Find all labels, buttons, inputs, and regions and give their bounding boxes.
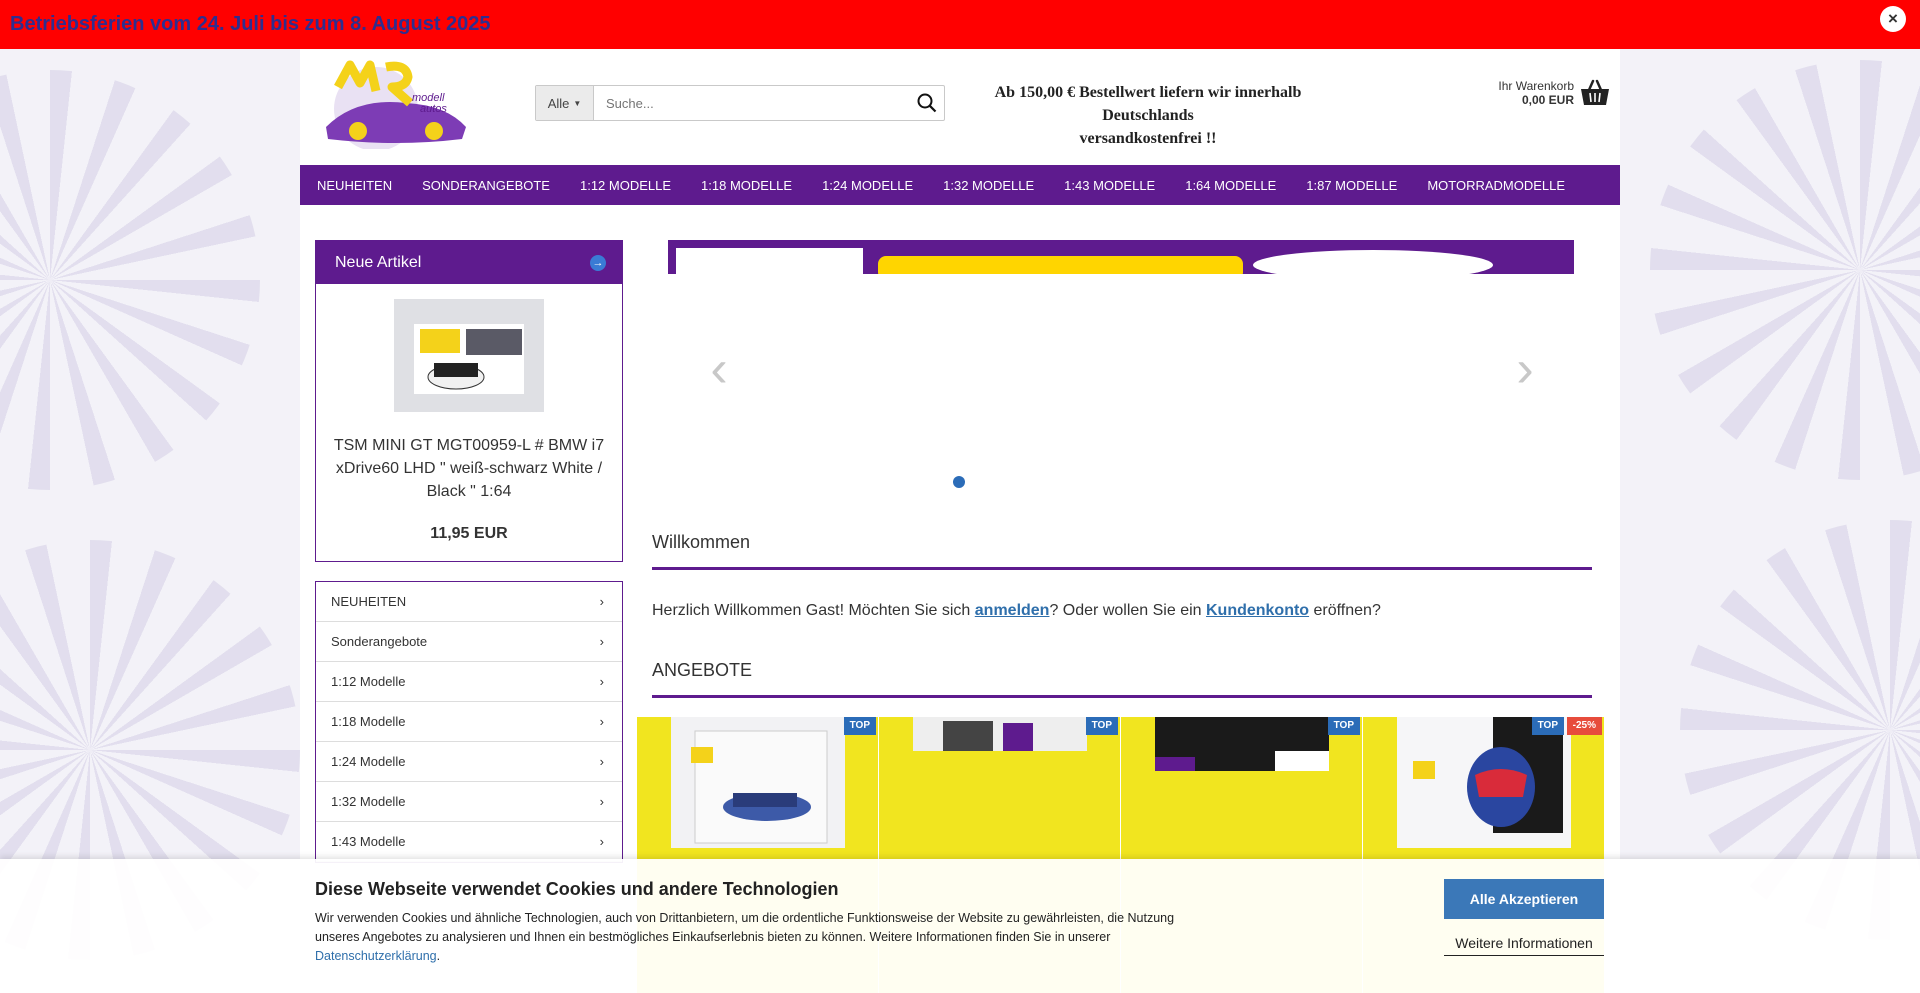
new-article-image[interactable] <box>394 299 544 412</box>
login-link[interactable]: anmelden <box>975 602 1050 619</box>
category-item-1-43[interactable]: 1:43 Modelle › <box>316 822 622 862</box>
cookie-description: Wir verwenden Cookies und ähnliche Techn… <box>315 911 1175 944</box>
shipping-note-line-2: versandkostenfrei !! <box>1079 130 1217 147</box>
slider-dot[interactable] <box>953 476 965 488</box>
arrow-right-icon[interactable]: → <box>590 254 606 271</box>
category-label: 1:43 Modelle <box>331 834 406 849</box>
more-info-button[interactable]: Weitere Informationen <box>1444 930 1604 956</box>
category-list: NEUHEITEN › Sonderangebote › 1:12 Modelle ›… <box>315 581 623 863</box>
nav-item-1-32[interactable]: 1:32 MODELLE <box>943 178 1034 193</box>
chevron-right-icon: › <box>599 754 604 769</box>
close-banner-button[interactable]: × <box>1880 6 1906 32</box>
cart-label: Ihr Warenkorb <box>1498 79 1574 93</box>
basket-icon <box>1581 79 1609 105</box>
new-articles-title: Neue Artikel <box>335 253 422 271</box>
welcome-text-part: ? Oder wollen Sie ein <box>1049 602 1206 619</box>
chevron-right-icon: › <box>599 594 604 609</box>
product-box-image <box>414 324 524 394</box>
search-input[interactable] <box>594 86 910 120</box>
accept-all-cookies-button[interactable]: Alle Akzeptieren <box>1444 879 1604 919</box>
category-label: 1:12 Modelle <box>331 674 406 689</box>
welcome-text-part: Herzlich Willkommen Gast! Möchten Sie si… <box>652 602 975 619</box>
search-bar: Alle ▼ <box>535 85 945 121</box>
category-label: 1:18 Modelle <box>331 714 406 729</box>
chevron-right-icon: › <box>599 834 604 849</box>
shipping-note: Ab 150,00 € Bestellwert liefern wir inne… <box>968 81 1328 150</box>
main-navigation: NEUHEITEN SONDERANGEBOTE 1:12 MODELLE 1:… <box>300 165 1620 205</box>
svg-text:autos: autos <box>420 103 447 115</box>
nav-item-1-64[interactable]: 1:64 MODELLE <box>1185 178 1276 193</box>
product-image <box>671 717 845 848</box>
account-link[interactable]: Kundenkonto <box>1206 602 1309 619</box>
chevron-left-icon[interactable]: ‹ <box>704 343 734 395</box>
nav-item-1-18[interactable]: 1:18 MODELLE <box>701 178 792 193</box>
product-image <box>913 717 1087 751</box>
cart-widget[interactable]: Ihr Warenkorb 0,00 EUR <box>1498 79 1610 107</box>
chevron-right-icon: › <box>599 714 604 729</box>
category-label: Sonderangebote <box>331 634 428 649</box>
holiday-banner-text: Betriebsferien vom 24. Juli bis zum 8. A… <box>10 13 491 35</box>
new-articles-box: Neue Artikel → TSM MINI GT MGT00959-L # … <box>315 240 623 562</box>
new-article-price: 11,95 EUR <box>430 525 508 542</box>
offers-title: ANGEBOTE <box>652 660 1592 698</box>
search-category-dropdown[interactable]: Alle ▼ <box>536 86 594 120</box>
category-label: 1:32 Modelle <box>331 794 406 809</box>
main-content: ‹ › Willkommen Herzlich Willkommen Gast!… <box>652 240 1592 698</box>
cookie-period: . <box>436 949 441 963</box>
privacy-link[interactable]: Datenschutzerklärung <box>315 949 437 963</box>
chevron-right-icon: › <box>599 794 604 809</box>
nav-item-sonderangebote[interactable]: SONDERANGEBOTE <box>422 178 550 193</box>
search-button[interactable] <box>910 86 944 120</box>
category-item-1-32[interactable]: 1:32 Modelle › <box>316 782 622 822</box>
sidebar: Neue Artikel → TSM MINI GT MGT00959-L # … <box>315 240 623 863</box>
category-label: 1:24 Modelle <box>331 754 406 769</box>
nav-item-motorrad[interactable]: MOTORRADMODELLE <box>1427 178 1565 193</box>
slide-image[interactable] <box>668 240 1574 274</box>
cookie-text: Wir verwenden Cookies und ähnliche Techn… <box>315 909 1215 966</box>
category-label: NEUHEITEN <box>331 594 407 609</box>
category-item-sonderangebote[interactable]: Sonderangebote › <box>316 622 622 662</box>
top-badge: TOP <box>1531 717 1564 735</box>
caret-down-icon: ▼ <box>573 98 582 108</box>
product-image <box>1155 717 1329 771</box>
holiday-banner: Betriebsferien vom 24. Juli bis zum 8. A… <box>0 0 1920 49</box>
welcome-text-part: eröffnen? <box>1309 602 1381 619</box>
header: modell autos Alle ▼ Ab 150,00 € Bestellw… <box>300 49 1620 165</box>
chevron-right-icon: › <box>599 634 604 649</box>
cookie-title: Diese Webseite verwendet Cookies und and… <box>315 879 839 899</box>
category-item-1-18[interactable]: 1:18 Modelle › <box>316 702 622 742</box>
category-item-1-12[interactable]: 1:12 Modelle › <box>316 662 622 702</box>
new-article-name[interactable]: TSM MINI GT MGT00959-L # BMW i7 xDrive60… <box>316 412 622 503</box>
image-slider: ‹ › <box>652 240 1574 510</box>
nav-item-1-43[interactable]: 1:43 MODELLE <box>1064 178 1155 193</box>
top-badge: TOP <box>1085 717 1118 735</box>
cart-total: 0,00 EUR <box>1521 93 1574 107</box>
product-image <box>1397 717 1571 848</box>
category-item-1-24[interactable]: 1:24 Modelle › <box>316 742 622 782</box>
nav-item-1-87[interactable]: 1:87 MODELLE <box>1306 178 1397 193</box>
welcome-title: Willkommen <box>652 532 1592 570</box>
top-badge: TOP <box>843 717 876 735</box>
new-articles-header: Neue Artikel → <box>316 241 622 284</box>
nav-item-1-12[interactable]: 1:12 MODELLE <box>580 178 671 193</box>
welcome-text: Herzlich Willkommen Gast! Möchten Sie si… <box>652 602 1570 620</box>
top-badge: TOP <box>1327 717 1360 735</box>
search-icon <box>917 93 937 113</box>
discount-badge: -25% <box>1566 717 1602 735</box>
search-category-label: Alle <box>547 95 570 111</box>
category-item-neuheiten[interactable]: NEUHEITEN › <box>316 582 622 622</box>
shipping-note-line-1: Ab 150,00 € Bestellwert liefern wir inne… <box>994 84 1302 124</box>
chevron-right-icon[interactable]: › <box>1510 343 1540 395</box>
cart-text: Ihr Warenkorb 0,00 EUR <box>1498 79 1574 107</box>
shop-logo[interactable]: modell autos <box>316 57 471 149</box>
cookie-banner: Diese Webseite verwendet Cookies und and… <box>0 859 1920 993</box>
nav-item-1-24[interactable]: 1:24 MODELLE <box>822 178 913 193</box>
chevron-right-icon: › <box>599 674 604 689</box>
nav-item-neuheiten[interactable]: NEUHEITEN <box>317 178 392 193</box>
